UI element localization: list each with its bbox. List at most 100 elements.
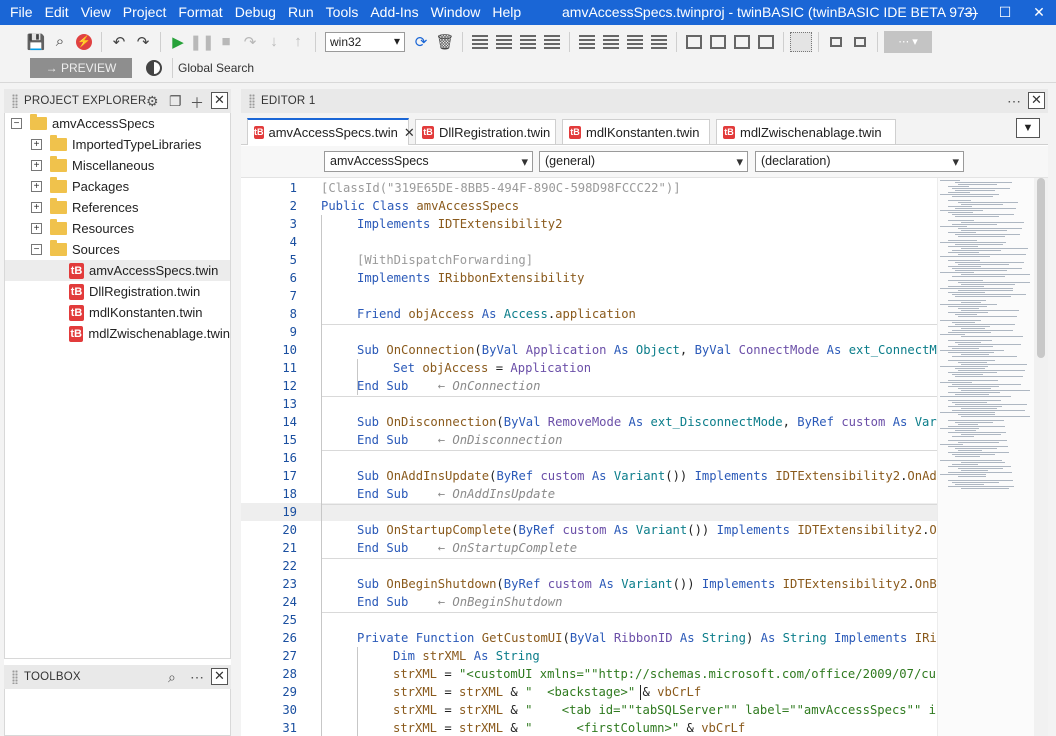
search-icon[interactable]: ⌕ (49, 31, 71, 53)
drag-handle-icon[interactable] (12, 670, 18, 684)
grid-icon[interactable] (790, 31, 812, 53)
collapse-icon[interactable]: − (11, 118, 22, 129)
procedure-dropdown[interactable]: (declaration) (755, 151, 964, 172)
drag-handle-icon[interactable] (12, 94, 18, 108)
menu-window[interactable]: Window (425, 0, 487, 25)
code-line[interactable]: 27 Dim strXML As String (241, 647, 937, 665)
layer-front-icon[interactable] (825, 31, 847, 53)
code-line[interactable]: 14 Sub OnDisconnection(ByVal RemoveMode A… (241, 413, 937, 431)
tab-overflow-button[interactable]: ▼ (1016, 118, 1040, 138)
code-line[interactable]: 1 [ClassId("319E65DE-8BB5-494F-890C-598D9… (241, 179, 937, 197)
tree-item[interactable]: + Packages (5, 176, 230, 197)
tree-item[interactable]: tB amvAccessSpecs.twin (5, 260, 230, 281)
menu-project[interactable]: Project (117, 0, 173, 25)
code-line[interactable]: 24 End Sub ← OnBeginShutdown (241, 593, 937, 611)
maximize-button[interactable]: ☐ (988, 0, 1022, 25)
tree-item[interactable]: tB mdlZwischenablage.twin (5, 323, 230, 344)
close-icon[interactable]: ✕ (211, 668, 228, 685)
expand-icon[interactable]: + (31, 139, 42, 150)
close-icon[interactable]: ✕ (211, 92, 228, 109)
code-minimap[interactable] (937, 178, 1034, 736)
code-line[interactable]: 30 strXML = strXML & " <tab id=""tabSQLSe… (241, 701, 937, 719)
editor-tab[interactable]: tB DllRegistration.twin (415, 119, 556, 144)
step-into-icon[interactable]: ↓ (263, 31, 285, 53)
editor-tab[interactable]: tB mdlKonstanten.twin (562, 119, 710, 144)
close-tab-icon[interactable]: ✕ (404, 125, 415, 141)
indent-icon[interactable] (493, 31, 515, 53)
step-out-icon[interactable]: ↑ (287, 31, 309, 53)
code-line[interactable]: 22 (241, 557, 937, 575)
drag-handle-icon[interactable] (249, 94, 255, 108)
menu-tools[interactable]: Tools (320, 0, 365, 25)
code-line[interactable]: 9 (241, 323, 937, 341)
stop-icon[interactable]: ■ (215, 31, 237, 53)
code-line[interactable]: 11 Set objAccess = Application (241, 359, 937, 377)
code-line[interactable]: 13 (241, 395, 937, 413)
tree-item[interactable]: tB mdlKonstanten.twin (5, 302, 230, 323)
object-dropdown[interactable]: (general) (539, 151, 748, 172)
preview-button[interactable]: → PREVIEW (30, 58, 132, 78)
scrollbar-thumb[interactable] (1037, 178, 1045, 358)
clean-icon[interactable]: 🗑 (434, 31, 456, 53)
tree-item[interactable]: + Miscellaneous (5, 155, 230, 176)
refresh-icon[interactable]: ⟳ (410, 31, 432, 53)
menu-view[interactable]: View (75, 0, 117, 25)
code-line[interactable]: 2 Public Class amvAccessSpecs (241, 197, 937, 215)
module-dropdown[interactable]: amvAccessSpecs (324, 151, 533, 172)
code-line[interactable]: 19 (241, 503, 937, 521)
size-icon[interactable] (648, 31, 670, 53)
menu-file[interactable]: File (4, 0, 39, 25)
redo-icon[interactable]: ↷ (132, 31, 154, 53)
ungroup-icon[interactable] (707, 31, 729, 53)
code-line[interactable]: 18 End Sub ← OnAddInsUpdate (241, 485, 937, 503)
code-line[interactable]: 23 Sub OnBeginShutdown(ByRef custom As Va… (241, 575, 937, 593)
toolbar-overflow-icon[interactable]: ⋯ ▾ (884, 30, 932, 53)
run-icon[interactable]: ▶ (167, 31, 189, 53)
build-config-select[interactable]: win32 (325, 31, 405, 52)
tree-item[interactable]: tB DllRegistration.twin (5, 281, 230, 302)
code-line[interactable]: 5 [WithDispatchForwarding] (241, 251, 937, 269)
align-bottom-icon[interactable] (624, 31, 646, 53)
outdent-icon[interactable] (517, 31, 539, 53)
add-icon[interactable]: ＋ (190, 93, 204, 113)
distribute-icon[interactable] (755, 31, 777, 53)
minimize-button[interactable]: — (954, 0, 988, 25)
panel-splitter[interactable] (231, 83, 241, 736)
layer-back-icon[interactable] (849, 31, 871, 53)
align-middle-icon[interactable] (600, 31, 622, 53)
save-icon[interactable]: 💾 (25, 31, 47, 53)
menu-help[interactable]: Help (486, 0, 527, 25)
code-line[interactable]: 8 Friend objAccess As Access.application (241, 305, 937, 323)
global-search-button[interactable]: Global Search (178, 61, 254, 75)
code-line[interactable]: 26 Private Function GetCustomUI(ByVal Rib… (241, 629, 937, 647)
theme-toggle-icon[interactable] (146, 60, 162, 76)
menu-run[interactable]: Run (282, 0, 320, 25)
code-editor[interactable]: 1 [ClassId("319E65DE-8BB5-494F-890C-598D9… (241, 178, 937, 736)
expand-icon[interactable]: + (31, 223, 42, 234)
pause-icon[interactable]: ❚❚ (189, 31, 214, 53)
close-icon[interactable]: ✕ (1028, 92, 1045, 109)
search-icon[interactable]: ⌕ (168, 669, 176, 686)
tree-item[interactable]: + References (5, 197, 230, 218)
more-icon[interactable]: ⋯ (190, 669, 204, 686)
menu-debug[interactable]: Debug (229, 0, 282, 25)
step-over-icon[interactable]: ↷ (239, 31, 261, 53)
menu-add-ins[interactable]: Add-Ins (364, 0, 424, 25)
more-icon[interactable]: ⋯ (1007, 93, 1021, 110)
editor-tab[interactable]: tB mdlZwischenablage.twin (716, 119, 896, 144)
menu-edit[interactable]: Edit (39, 0, 75, 25)
tree-item[interactable]: − amvAccessSpecs (5, 113, 230, 134)
code-line[interactable]: 4 (241, 233, 937, 251)
expand-icon[interactable]: + (31, 181, 42, 192)
align-left-icon[interactable] (469, 31, 491, 53)
align-top-icon[interactable] (576, 31, 598, 53)
code-line[interactable]: 7 (241, 287, 937, 305)
tree-item[interactable]: + ImportedTypeLibraries (5, 134, 230, 155)
menu-format[interactable]: Format (172, 0, 228, 25)
new-file-icon[interactable]: ❐ (169, 93, 182, 110)
undo-icon[interactable]: ↶ (108, 31, 130, 53)
code-line[interactable]: 3 Implements IDTExtensibility2 (241, 215, 937, 233)
layout-icon[interactable] (731, 31, 753, 53)
code-line[interactable]: 25 (241, 611, 937, 629)
code-line[interactable]: 28 strXML = "<customUI xmlns=""http://sch… (241, 665, 937, 683)
